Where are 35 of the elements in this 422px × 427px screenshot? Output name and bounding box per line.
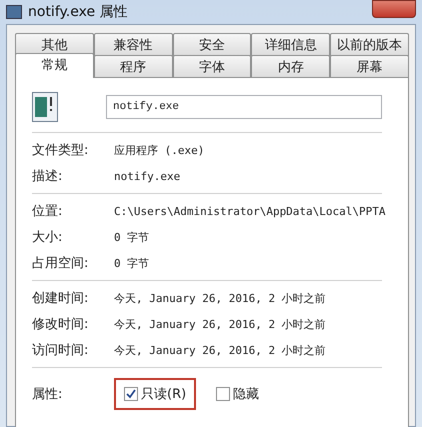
window-title: notify.exe 属性 [28,3,128,21]
property-label: 创建时间: [32,290,90,307]
close-button[interactable] [372,0,416,18]
tab[interactable]: 详细信息 [251,33,330,56]
file-name-field[interactable]: notify.exe [106,95,382,119]
property-value: 今天, January 26, 2016, 2 小时之前 [114,290,326,306]
property-value: 0 字节 [114,230,150,244]
property-label: 大小: [32,229,64,246]
property-label: 修改时间: [32,316,90,333]
property-value: 应用程序 (.exe) [114,142,204,158]
tab[interactable]: 屏幕 [330,55,409,78]
property-label: 位置: [32,203,64,220]
property-value: 今天, January 26, 2016, 2 小时之前 [114,316,326,332]
checkbox-option[interactable]: 只读(R) [114,378,196,410]
tab[interactable]: 内存 [251,55,330,78]
window-icon [6,5,22,19]
attributes-label: 属性: [32,386,64,403]
property-value: 0 字节 [114,256,150,270]
tab[interactable]: 常规 [15,53,94,78]
tab[interactable]: 安全 [172,33,252,56]
property-value: 今天, January 26, 2016, 2 小时之前 [114,342,326,358]
checkbox-option[interactable]: 隐藏 [206,378,270,410]
property-label: 访问时间: [32,342,90,359]
property-label: 占用空间: [32,255,90,272]
checkbox[interactable] [216,387,230,401]
tab[interactable]: 程序 [94,55,173,78]
tab[interactable]: 字体 [172,55,252,78]
window-file-icon [32,92,58,122]
tab[interactable]: 以前的版本 [330,33,409,56]
property-value: notify.exe [114,170,180,182]
checkbox[interactable] [124,387,138,401]
property-label: 描述: [32,168,64,185]
property-label: 文件类型: [32,142,90,159]
property-value: C:\Users\Administrator\AppData\Local\PPTA [114,204,386,218]
tab[interactable]: 兼容性 [94,33,173,56]
